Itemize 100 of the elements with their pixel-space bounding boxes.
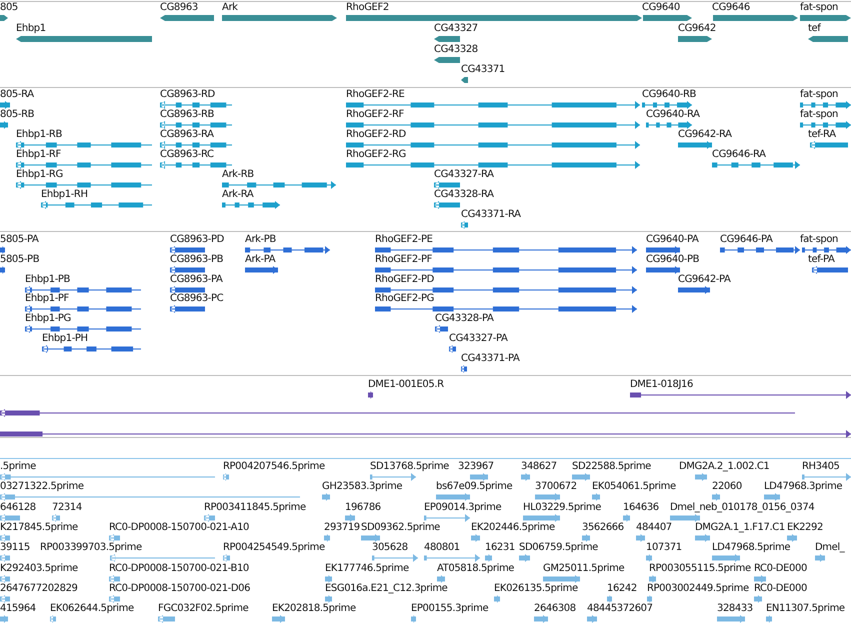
feature-label: CG9642-PA [678, 272, 730, 286]
feature-label: 328433 [717, 602, 753, 616]
feature-label: RhoGEF2 [346, 1, 389, 14]
feature-label: Ark-PB [245, 233, 276, 246]
feature-label: CG43371-RA [461, 208, 521, 221]
feature-label: fat-spon [800, 108, 838, 121]
feature-label: GM25011.5prime [543, 562, 624, 574]
feature-label: RC0-DE000 [754, 582, 807, 595]
feature-label: CG9642 [678, 22, 716, 35]
feature-label: CG8963-RD [160, 88, 215, 101]
feature-label: 196786 [345, 500, 381, 514]
feature-label: 72314 [52, 500, 82, 514]
feature-label: RP003399703.5prime [40, 541, 142, 554]
feature-label: Ehbp1-RG [16, 168, 63, 181]
feature-label: EP09014.3prime [424, 500, 502, 514]
feature-label: tef-PA [808, 252, 834, 266]
feature-label: CG9640 [642, 1, 680, 14]
feature-label: RhoGEF2-PD [375, 272, 434, 286]
feature-label: tef [808, 22, 820, 35]
feature-label: 323967 [458, 460, 494, 473]
feature-label: RH3405 [802, 460, 840, 473]
feature-label: EK2292 [787, 520, 823, 534]
feature-label: 5805-PB [0, 252, 40, 266]
feature-label: Ark-RB [222, 168, 254, 181]
feature-label: DMG2A.1_1.F17.C1 [695, 520, 785, 534]
feature-label: 2647677202829 [0, 582, 78, 595]
feature-label: 3700672 [535, 480, 577, 494]
feature-label: RP003002449.5prime [647, 582, 749, 595]
feature-label: CG8963-PB [170, 252, 224, 266]
feature-label: CG43327-RA [434, 168, 494, 181]
feature-label: RP004207546.5prime [223, 460, 325, 473]
feature-label: 2646308 [534, 602, 576, 616]
feature-label: K292403.5prime [0, 562, 78, 574]
feature-label: RP003055115.5prime [649, 562, 751, 574]
feature-label: DMG2A.2_1.002.C1 [679, 460, 770, 473]
feature-label: CG43328 [434, 42, 478, 56]
feature-label: CG9640-RB [642, 88, 696, 101]
feature-label: CG8963-RC [160, 148, 214, 161]
feature-label: RC0-DP0008-150700-021-A10 [109, 520, 250, 534]
feature-label: RhoGEF2-PG [375, 292, 434, 306]
feature-label: CG43328-PA [435, 312, 494, 326]
feature-label: 805 [0, 1, 18, 14]
feature-label: AT05818.5prime [437, 562, 514, 574]
feature-label: CG9640-PB [646, 252, 700, 266]
feature-label: Ehbp1-PG [25, 312, 71, 326]
feature-label: Ehbp1-RH [41, 188, 88, 201]
feature-label: RP004254549.5prime [223, 541, 325, 554]
feature-label: CG8963-PC [170, 292, 224, 306]
feature-label: Ehbp1-RB [16, 128, 62, 141]
feature-label: SD09362.5prime [361, 520, 440, 534]
feature-label: 107371 [646, 541, 682, 554]
feature-label: HL03229.5prime [523, 500, 601, 514]
feature-label: EK202818.5prime [272, 602, 356, 616]
feature-label: Ehbp1-PH [42, 332, 88, 345]
feature-label: RhoGEF2-PE [375, 233, 433, 246]
feature-label: DME1-001E05.R [368, 378, 444, 391]
feature-label: 480801 [424, 541, 460, 554]
feature-label: EK054061.5prime [592, 480, 676, 494]
feature-label: CG43327-PA [449, 332, 508, 345]
feature-label: RhoGEF2-RE [346, 88, 404, 101]
feature-label: Ark-RA [222, 188, 254, 201]
feature-label: 293719 [324, 520, 360, 534]
feature-label: 39115 [0, 541, 30, 554]
feature-label: Ark-PA [245, 252, 276, 266]
feature-label: Ehbp1-RF [16, 148, 61, 161]
feature-label: EP00155.3prime [411, 602, 488, 616]
feature-label: CG8963-RB [160, 108, 214, 121]
feature-label: CG8963 [160, 1, 198, 14]
feature-label: SD06759.5prime [519, 541, 598, 554]
feature-label: tef-RA [808, 128, 836, 141]
feature-label: Ehbp1-PF [25, 292, 69, 306]
feature-label: fat-spon [800, 1, 838, 14]
feature-label: 805-RB [0, 108, 34, 121]
feature-label: CG9646-RA [712, 148, 766, 161]
feature-label: CG9642-RA [678, 128, 732, 141]
feature-label: GH23583.3prime [322, 480, 402, 494]
feature-label: EN11307.5prime [766, 602, 845, 616]
feature-label: CG9646 [712, 1, 750, 14]
feature-label: Dmel_ [815, 541, 844, 554]
feature-label: CG43327 [434, 22, 478, 35]
feature-label: CG43371 [461, 63, 505, 76]
feature-label: EK026135.5prime [494, 582, 578, 595]
feature-label: RhoGEF2-RD [346, 128, 406, 141]
feature-label: 48445372607 [587, 602, 653, 616]
feature-label: 22060 [712, 480, 742, 494]
feature-label: CG8963-PD [170, 233, 224, 246]
feature-label: RC0-DE000 [754, 562, 807, 574]
feature-label: CG43371-PA [461, 352, 520, 365]
feature-label: RC0-DP0008-150700-021-D06 [109, 582, 250, 595]
feature-label: CG9640-RA [646, 108, 700, 121]
feature-label: ESG016a.E21_C12.3prime [325, 582, 448, 595]
feature-label: LD47968.3prime [764, 480, 842, 494]
feature-label: SD22588.5prime [572, 460, 651, 473]
feature-label: RP003411845.5prime [204, 500, 306, 514]
feature-label: EK202446.5prime [471, 520, 555, 534]
feature-label: DME1-018J16 [630, 378, 693, 391]
feature-label: 805-RA [0, 88, 34, 101]
feature-label: 164636 [623, 500, 659, 514]
feature-label: 3562666 [582, 520, 624, 534]
feature-label: CG8963-PA [170, 272, 222, 286]
